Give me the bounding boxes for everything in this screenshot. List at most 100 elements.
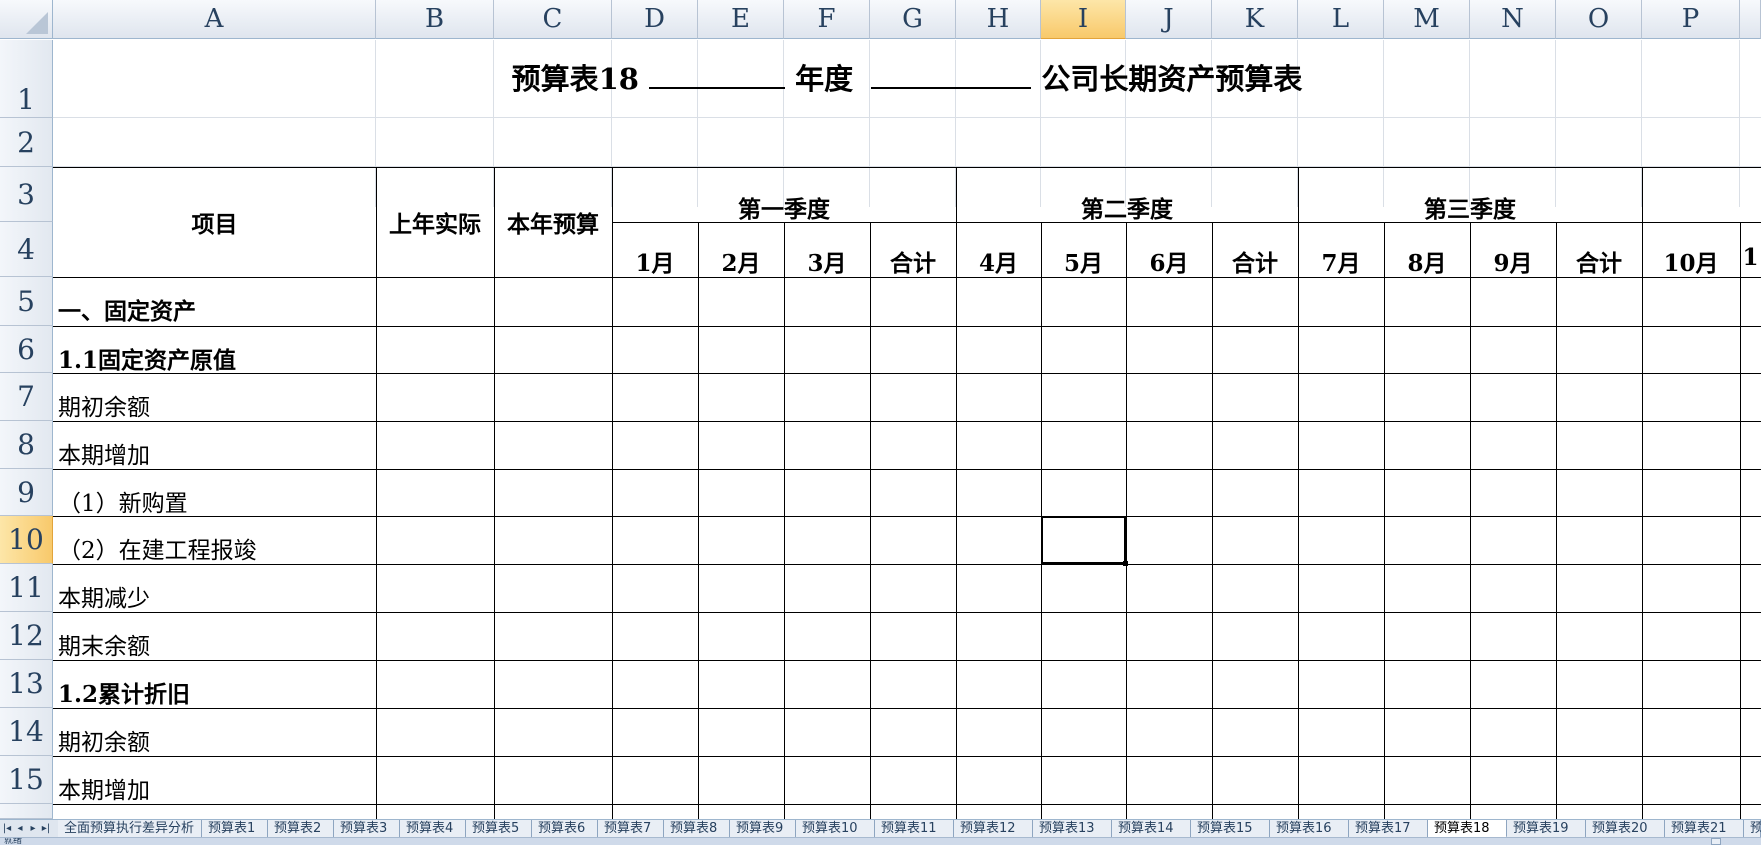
- active-cell-i10[interactable]: [1041, 516, 1128, 566]
- column-header-p[interactable]: P: [1642, 0, 1740, 39]
- column-header-i[interactable]: I: [1041, 0, 1126, 39]
- prev-sheet-icon[interactable]: ◂: [13, 820, 27, 838]
- sheet-tab[interactable]: 预算表10: [796, 820, 875, 837]
- sheet-tab[interactable]: 预算表4: [400, 820, 466, 837]
- border-h: [53, 516, 1761, 517]
- column-header-h[interactable]: H: [956, 0, 1041, 39]
- column-header-n[interactable]: N: [1470, 0, 1556, 39]
- sheet-tab[interactable]: 预算表11: [875, 820, 954, 837]
- spreadsheet-grid[interactable]: ABCDEFGHIJKLMNOP 1 2 3 4 5 6 7 8 9 10 11 12 13 14 15 预…: [0, 0, 1761, 819]
- month-header-7[interactable]: 6月: [1126, 244, 1212, 278]
- month-header-6[interactable]: 5月: [1041, 244, 1126, 278]
- sheet-tab[interactable]: 预算表21: [1665, 820, 1744, 837]
- column-header-partial[interactable]: [1740, 0, 1761, 39]
- border-h: [53, 756, 1761, 757]
- sheet-tab[interactable]: 预算表12: [954, 820, 1033, 837]
- row-header-8[interactable]: 8: [0, 421, 53, 469]
- sheet-tab[interactable]: 预算表17: [1349, 820, 1428, 837]
- row-header-11[interactable]: 11: [0, 564, 53, 612]
- month-header-8[interactable]: 合计: [1212, 244, 1298, 278]
- column-header-l[interactable]: L: [1298, 0, 1384, 39]
- row-header-13[interactable]: 13: [0, 660, 53, 708]
- column-header-o[interactable]: O: [1556, 0, 1642, 39]
- row-item-label[interactable]: （2）在建工程报竣: [58, 531, 257, 565]
- row-item-label[interactable]: 期末余额: [58, 627, 150, 661]
- row-item-label[interactable]: 1.2累计折旧: [58, 675, 190, 709]
- month-header-13[interactable]: 10月: [1642, 244, 1740, 278]
- row-item-label[interactable]: （1）新购置: [58, 484, 188, 518]
- row-header-1[interactable]: 1: [0, 40, 53, 118]
- month-header-14[interactable]: 1: [1740, 244, 1761, 271]
- sheet-tab[interactable]: 预算表9: [730, 820, 796, 837]
- month-header-11[interactable]: 9月: [1470, 244, 1556, 278]
- header-item[interactable]: 项目: [53, 205, 376, 239]
- last-sheet-icon[interactable]: ▸|: [39, 820, 53, 838]
- sheet-tab[interactable]: 预算表15: [1191, 820, 1270, 837]
- row-header-7[interactable]: 7: [0, 373, 53, 421]
- row-header-2[interactable]: 2: [0, 118, 53, 167]
- column-header-k[interactable]: K: [1212, 0, 1298, 39]
- month-header-4[interactable]: 合计: [870, 244, 956, 278]
- row-item-label[interactable]: 本期减少: [58, 579, 150, 613]
- sheet-tab[interactable]: 预算表18: [1428, 820, 1507, 838]
- sheet-tab[interactable]: 预算表19: [1507, 820, 1586, 837]
- row-item-label[interactable]: 一、固定资产: [58, 292, 196, 326]
- column-header-b[interactable]: B: [376, 0, 494, 39]
- row-header-12[interactable]: 12: [0, 612, 53, 660]
- sheet-tab[interactable]: 预算表13: [1033, 820, 1112, 837]
- sheet-tab[interactable]: 预算表8: [664, 820, 730, 837]
- sheet-tab[interactable]: 预算表6: [532, 820, 598, 837]
- quarter-header-1[interactable]: 第一季度: [612, 190, 956, 224]
- month-header-3[interactable]: 3月: [784, 244, 870, 278]
- sheet-tab[interactable]: 全面预算执行差异分析: [58, 820, 202, 837]
- header-this-year-budget[interactable]: 本年预算: [494, 205, 612, 239]
- sheet-tab[interactable]: 预算表20: [1586, 820, 1665, 837]
- quarter-header-3[interactable]: 第三季度: [1298, 190, 1642, 224]
- quarter-header-2[interactable]: 第二季度: [956, 190, 1298, 224]
- row-header-4[interactable]: 4: [0, 222, 53, 277]
- row-header-6[interactable]: 6: [0, 326, 53, 373]
- sheet-tab[interactable]: 预算表14: [1112, 820, 1191, 837]
- sheet-tab[interactable]: 预算表3: [334, 820, 400, 837]
- sheet-tab[interactable]: 预算表22: [1744, 820, 1761, 837]
- row-header-15[interactable]: 15: [0, 756, 53, 804]
- row-item-label[interactable]: 本期增加: [58, 771, 150, 805]
- title-blank-year: [649, 65, 786, 89]
- border-v: [1556, 222, 1557, 819]
- sheet-title[interactable]: 预算表18 年度 公司长期资产预算表: [53, 40, 1761, 118]
- column-header-a[interactable]: A: [53, 0, 376, 39]
- sheet-tab[interactable]: 预算表2: [268, 820, 334, 837]
- column-header-f[interactable]: F: [784, 0, 870, 39]
- title-suffix: 公司长期资产预算表: [1041, 62, 1303, 96]
- row-item-label[interactable]: 期初余额: [58, 388, 150, 422]
- select-all-corner[interactable]: [0, 0, 53, 39]
- row-header-partial[interactable]: [0, 804, 53, 819]
- month-header-2[interactable]: 2月: [698, 244, 784, 278]
- column-header-e[interactable]: E: [698, 0, 784, 39]
- first-sheet-icon[interactable]: |◂: [0, 820, 14, 838]
- row-item-label[interactable]: 期初余额: [58, 723, 150, 757]
- header-last-year-actual[interactable]: 上年实际: [376, 205, 494, 239]
- row-header-10[interactable]: 10: [0, 516, 53, 564]
- sheet-tab[interactable]: 预算表5: [466, 820, 532, 837]
- sheet-tab[interactable]: 预算表7: [598, 820, 664, 837]
- next-sheet-icon[interactable]: ▸: [26, 820, 40, 838]
- row-item-label[interactable]: 1.1固定资产原值: [58, 341, 236, 375]
- column-header-d[interactable]: D: [612, 0, 698, 39]
- row-header-9[interactable]: 9: [0, 469, 53, 516]
- column-header-j[interactable]: J: [1126, 0, 1212, 39]
- month-header-5[interactable]: 4月: [956, 244, 1041, 278]
- column-header-c[interactable]: C: [494, 0, 612, 39]
- column-header-m[interactable]: M: [1384, 0, 1470, 39]
- row-header-14[interactable]: 14: [0, 708, 53, 756]
- sheet-tab[interactable]: 预算表16: [1270, 820, 1349, 837]
- month-header-10[interactable]: 8月: [1384, 244, 1470, 278]
- month-header-9[interactable]: 7月: [1298, 244, 1384, 278]
- column-header-g[interactable]: G: [870, 0, 956, 39]
- month-header-12[interactable]: 合计: [1556, 244, 1642, 278]
- row-header-5[interactable]: 5: [0, 277, 53, 326]
- sheet-tab[interactable]: 预算表1: [202, 820, 268, 837]
- month-header-1[interactable]: 1月: [612, 244, 698, 278]
- row-header-3[interactable]: 3: [0, 167, 53, 222]
- row-item-label[interactable]: 本期增加: [58, 436, 150, 470]
